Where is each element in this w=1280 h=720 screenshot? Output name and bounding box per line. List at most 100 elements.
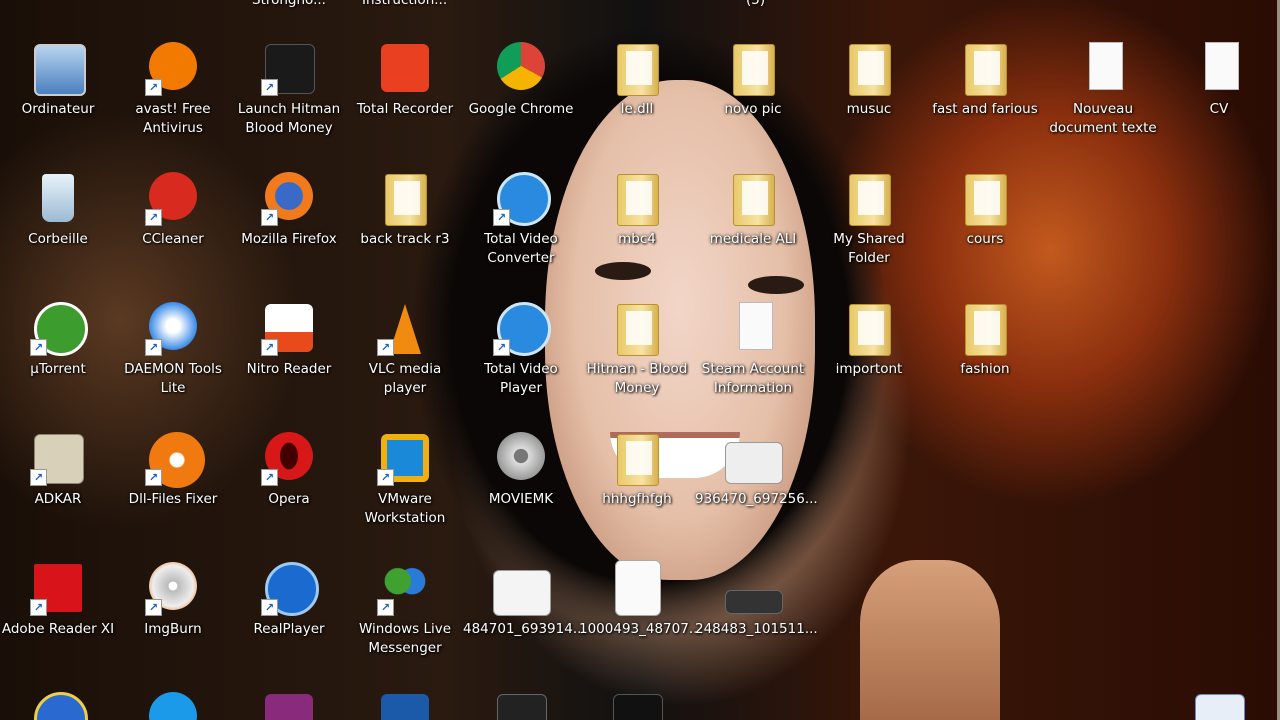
folder-icon (617, 434, 659, 486)
chrome-icon (497, 42, 545, 90)
shortcut-arrow-icon: ↗ (145, 469, 162, 486)
image-thumbnail-icon (725, 442, 783, 484)
skype-icon (149, 692, 197, 720)
desktop-icon-vlc[interactable]: ↗ VLC media player (347, 298, 463, 428)
folder-icon (849, 304, 891, 356)
partial-label[interactable]: Strongho... (252, 0, 326, 8)
desktop-icon-adkar[interactable]: ↗ ADKAR (0, 428, 116, 558)
shortcut-arrow-icon: ↗ (493, 209, 510, 226)
shortcut-arrow-icon: ↗ (261, 209, 278, 226)
folder-icon (849, 44, 891, 96)
shortcut-arrow-icon: ↗ (145, 79, 162, 96)
desktop-icon-skype[interactable] (115, 688, 231, 720)
desktop-icon-total-recorder[interactable]: Total Recorder (347, 38, 463, 168)
shortcut-arrow-icon: ↗ (377, 599, 394, 616)
desktop-icon-image-936470[interactable]: 936470_697256... (695, 428, 818, 558)
desktop-icon-daemon-tools[interactable]: ↗ DAEMON Tools Lite (115, 298, 231, 428)
movie-maker-reel-icon (497, 432, 545, 480)
shortcut-arrow-icon: ↗ (145, 209, 162, 226)
shortcut-arrow-icon: ↗ (493, 339, 510, 356)
desktop-icon-total-video-player[interactable]: ↗ Total Video Player (463, 298, 579, 428)
desktop-icon-mbc4[interactable]: mbc4 (579, 168, 695, 298)
desktop-icon-ccleaner[interactable]: ↗ CCleaner (115, 168, 231, 298)
folder-icon (385, 174, 427, 226)
folder-icon (733, 174, 775, 226)
desktop-icon-nouveau-document[interactable]: Nouveau document texte (1045, 38, 1161, 168)
desktop-icon-partial[interactable] (579, 688, 695, 720)
word-document-icon (1195, 694, 1245, 720)
document-icon (739, 302, 773, 350)
desktop-icon-firefox[interactable]: ↗ Mozilla Firefox (231, 168, 347, 298)
folder-icon (733, 44, 775, 96)
desktop-icon-avast[interactable]: ↗ avast! Free Antivirus (115, 38, 231, 168)
desktop-icon-corbeille[interactable]: Corbeille (0, 168, 116, 298)
image-thumbnail-icon (725, 590, 783, 614)
text-document-icon (1089, 42, 1123, 90)
recycle-bin-icon (42, 174, 74, 222)
desktop-icon-imgburn[interactable]: ↗ ImgBurn (115, 558, 231, 688)
total-recorder-icon (381, 44, 429, 92)
desktop-icon-medicale-ali[interactable]: medicale ALI (695, 168, 811, 298)
image-thumbnail-icon (613, 694, 663, 720)
desktop-icon-cours[interactable]: cours (927, 168, 1043, 298)
shortcut-arrow-icon: ↗ (261, 79, 278, 96)
shortcut-arrow-icon: ↗ (30, 469, 47, 486)
desktop-icon-image-248483[interactable]: 248483_101511... (695, 558, 818, 688)
shortcut-arrow-icon: ↗ (30, 599, 47, 616)
app-icon (381, 694, 429, 720)
desktop-icon-fast-and-farious[interactable]: fast and farious (927, 38, 1043, 168)
desktop-icon-hhhgfhfgh[interactable]: hhhgfhfgh (579, 428, 695, 558)
desktop-icon-winrar[interactable] (231, 688, 347, 720)
desktop-icon-importont[interactable]: importont (811, 298, 927, 428)
desktop-icon-nitro-reader[interactable]: ↗ Nitro Reader (231, 298, 347, 428)
desktop-icon-total-video-converter[interactable]: ↗ Total Video Converter (463, 168, 579, 298)
folder-icon (617, 304, 659, 356)
desktop-icon-hitman[interactable]: ↗ Launch Hitman Blood Money (231, 38, 347, 168)
desktop-icon-image-1000493[interactable]: 1000493_48707... (579, 558, 702, 688)
folder-icon (617, 44, 659, 96)
desktop-icon-realplayer[interactable]: ↗ RealPlayer (231, 558, 347, 688)
shortcut-arrow-icon: ↗ (377, 339, 394, 356)
desktop-icon-utorrent[interactable]: ↗ µTorrent (0, 298, 116, 428)
desktop-icon-chrome[interactable]: Google Chrome (463, 38, 579, 168)
wallpaper-shoulder (860, 560, 1000, 720)
folder-icon (965, 174, 1007, 226)
desktop-icon-word-doc[interactable] (1161, 688, 1277, 720)
folder-icon (965, 304, 1007, 356)
desktop-icon-vmware[interactable]: ↗ VMware Workstation (347, 428, 463, 558)
desktop-icon-hitman-folder[interactable]: Hitman - Blood Money (579, 298, 695, 428)
folder-icon (617, 174, 659, 226)
desktop-icon-cv[interactable]: CV (1161, 38, 1277, 168)
desktop-icon-adobe-reader[interactable]: ↗ Adobe Reader XI (0, 558, 116, 688)
desktop-icon-fashion[interactable]: fashion (927, 298, 1043, 428)
desktop-icon-opera[interactable]: ↗ Opera (231, 428, 347, 558)
image-thumbnail-icon (493, 570, 551, 616)
desktop-icon-moviemk[interactable]: MOVIEMK (463, 428, 579, 558)
desktop-icon-steam-account[interactable]: Steam Account Information (695, 298, 811, 428)
desktop-icon-windows-live-messenger[interactable]: ↗ Windows Live Messenger (347, 558, 463, 688)
image-thumbnail-icon (497, 694, 547, 720)
computer-icon (34, 44, 86, 96)
folder-icon (965, 44, 1007, 96)
partial-label[interactable]: (5) (746, 0, 765, 8)
partial-label[interactable]: Instruction... (362, 0, 447, 8)
desktop-icon-partial[interactable] (463, 688, 579, 720)
desktop-icon-dll-files-fixer[interactable]: ↗ Dll-Files Fixer (115, 428, 231, 558)
shortcut-arrow-icon: ↗ (377, 469, 394, 486)
desktop-icon-my-shared-folder[interactable]: My Shared Folder (811, 168, 927, 298)
desktop-icon-image-484701[interactable]: 484701_693914... (463, 558, 586, 688)
text-document-icon (1205, 42, 1239, 90)
image-thumbnail-icon (615, 560, 661, 616)
desktop-icon-ordinateur[interactable]: Ordinateur (0, 38, 116, 168)
shortcut-arrow-icon: ↗ (261, 339, 278, 356)
desktop-icon-novo-pic[interactable]: novo pic (695, 38, 811, 168)
shortcut-arrow-icon: ↗ (145, 339, 162, 356)
desktop-icon-partial[interactable] (347, 688, 463, 720)
shortcut-arrow-icon: ↗ (261, 469, 278, 486)
desktop-icon-back-track[interactable]: back track r3 (347, 168, 463, 298)
desktop-icon-le-dll[interactable]: le.dll (579, 38, 695, 168)
shortcut-arrow-icon: ↗ (30, 339, 47, 356)
desktop-icon-partial[interactable] (0, 688, 116, 720)
winrar-icon (265, 694, 313, 720)
desktop-icon-musuc[interactable]: musuc (811, 38, 927, 168)
